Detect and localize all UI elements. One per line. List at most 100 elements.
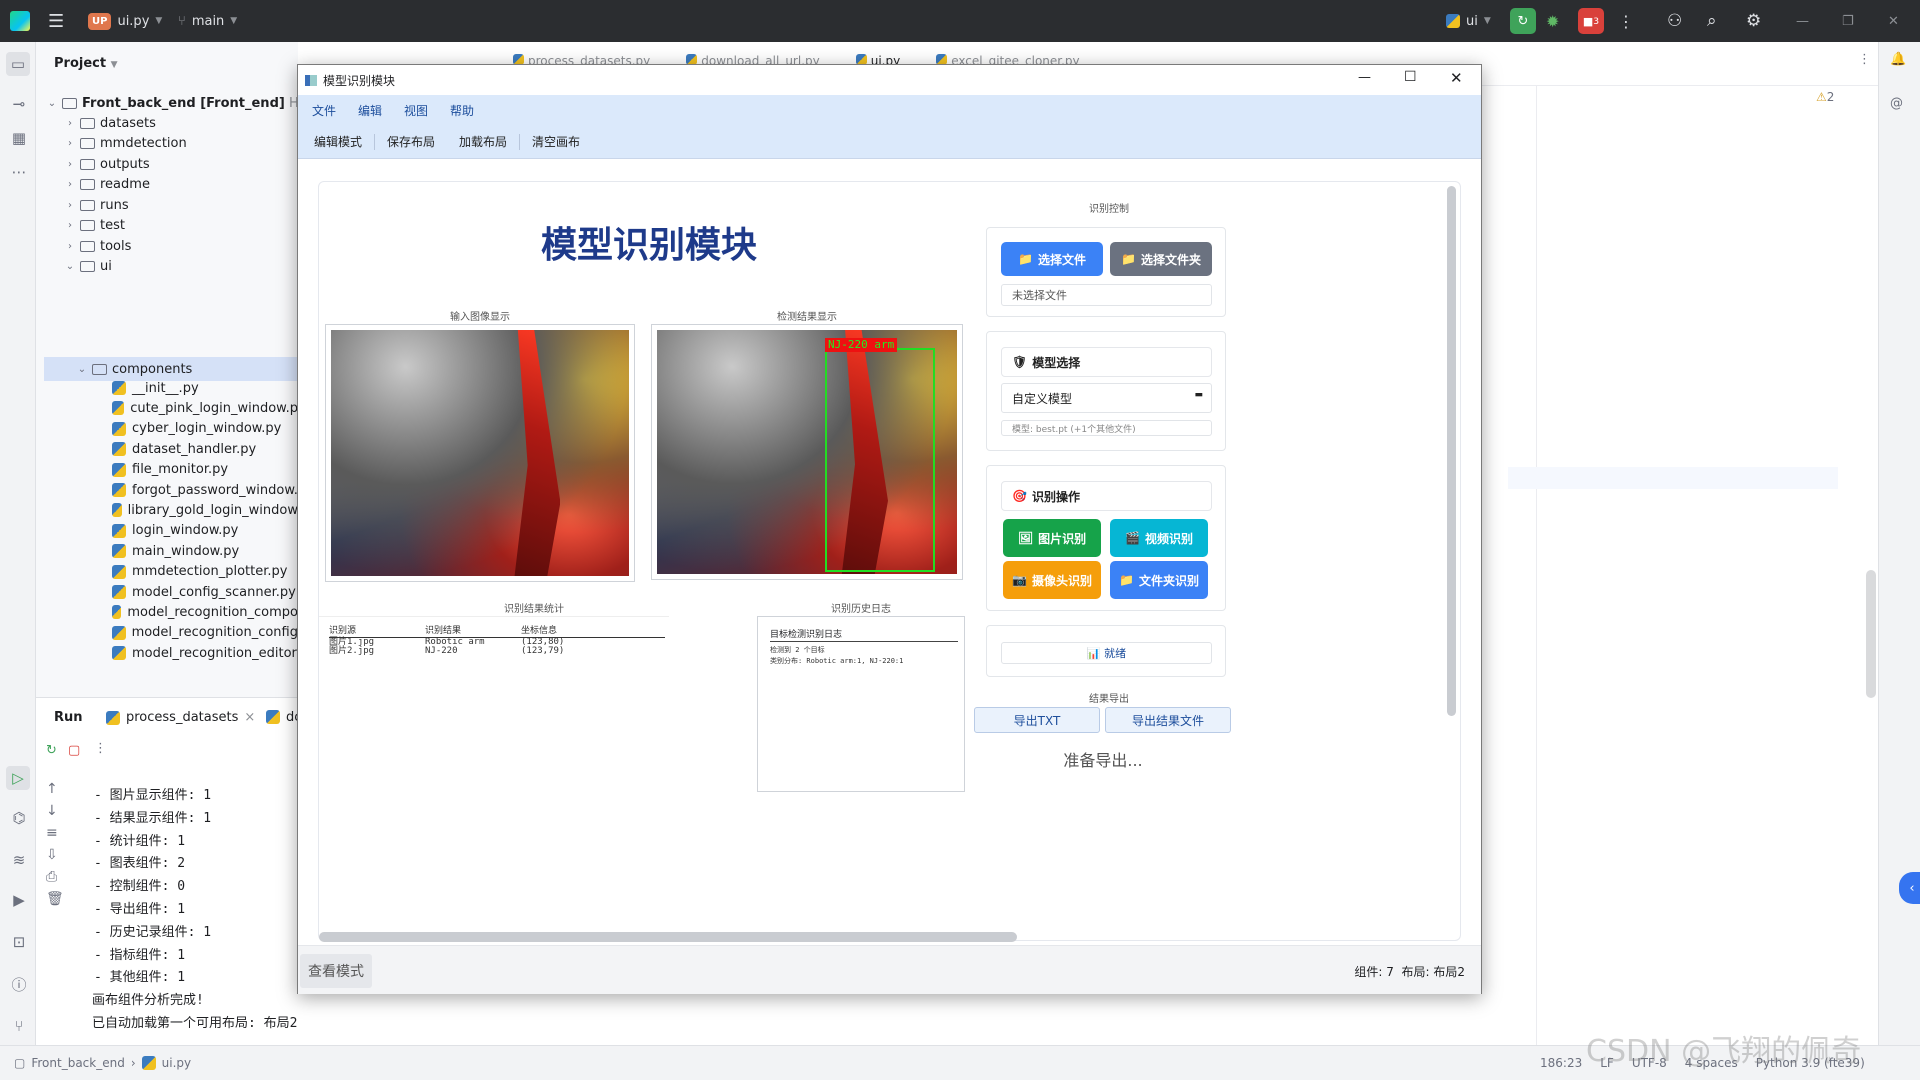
trash-icon[interactable]: 🗑	[46, 888, 64, 910]
log-line: - 结果显示组件: 1	[94, 810, 212, 826]
add-user-icon[interactable]: ⚇	[1667, 0, 1682, 42]
right-margin-guide	[1536, 86, 1537, 1080]
select-folder-button[interactable]: 📁 选择文件夹	[1110, 242, 1212, 276]
run-tab-process-datasets[interactable]: process_datasets ×	[106, 710, 255, 725]
cursor-position[interactable]: 186:23	[1540, 1056, 1582, 1070]
notifications-icon[interactable]: 🔔	[1890, 52, 1906, 67]
selected-file-field[interactable]: 未选择文件	[1001, 284, 1212, 306]
run-config-selector[interactable]: ui ▼	[1446, 0, 1491, 42]
debug-icon[interactable]: ✹	[1546, 0, 1559, 42]
recognition-ops-group: 🎯 识别操作 🖼 图片识别 🎬 视频识别 📷 摄像头识别 📁 文件夹识别	[986, 465, 1226, 611]
maximize-icon[interactable]: ☐	[1404, 69, 1417, 85]
soft-wrap-icon[interactable]: ≡	[46, 822, 64, 844]
branch-switcher[interactable]: ⑂ main ▼	[178, 0, 237, 42]
chevron-down-icon: ▼	[155, 16, 163, 26]
ai-assistant-icon[interactable]: @	[1890, 96, 1903, 111]
more-tools-icon[interactable]: ⋯	[9, 162, 29, 182]
stop-icon[interactable]: ■ 3	[1578, 8, 1604, 34]
more-actions-icon[interactable]: ⋮	[1618, 0, 1634, 42]
services-icon[interactable]: ▶	[9, 890, 29, 910]
print-icon[interactable]: ⎙	[46, 866, 64, 888]
toolbar-button[interactable]: 清空画布	[520, 133, 592, 150]
app-title-bar: 模型识别模块 — ☐ ✕	[298, 65, 1481, 95]
menu-item[interactable]: 文件	[298, 102, 347, 119]
folder-recognition-button[interactable]: 📁 文件夹识别	[1110, 561, 1208, 599]
result-image: NJ-220 arm	[657, 330, 957, 574]
structure-icon[interactable]: ▦	[9, 128, 29, 148]
python-icon	[112, 564, 126, 579]
close-icon[interactable]: ✕	[1450, 69, 1463, 87]
more-actions-icon[interactable]: ⋮	[1858, 52, 1871, 67]
warning-icon[interactable]: ⚠2	[1816, 90, 1834, 104]
vertical-scrollbar[interactable]	[1447, 186, 1456, 716]
ops-section-title: 🎯 识别操作	[1001, 481, 1212, 511]
layout-canvas: 模型识别模块 输入图像显示 检测结果显示 NJ-220 arm 识别结果统计 识…	[318, 181, 1461, 942]
folder-icon	[80, 158, 95, 170]
tree-file-label: model_config_scanner.py	[132, 584, 296, 600]
python-icon	[1446, 14, 1460, 28]
select-file-button[interactable]: 📁 选择文件	[1001, 242, 1103, 276]
restore-icon[interactable]: ❐	[1842, 0, 1854, 42]
tree-file-label: mmdetection_plotter.py	[132, 564, 288, 580]
project-panel-title[interactable]: Project ▼	[54, 56, 118, 71]
tree-file-label: login_window.py	[132, 523, 239, 539]
layers-icon[interactable]: ≋	[9, 850, 29, 870]
tree-file[interactable]: model_recognition_editor	[108, 641, 298, 665]
log-line: - 统计组件: 1	[94, 833, 186, 849]
export-txt-button[interactable]: 导出TXT	[974, 707, 1100, 733]
camera-icon: 📷	[1012, 573, 1027, 587]
commit-icon[interactable]: ⊸	[9, 94, 29, 114]
arrow-down-icon[interactable]: ↓	[46, 800, 64, 822]
horizontal-scrollbar[interactable]	[319, 932, 1017, 942]
close-icon[interactable]: ✕	[1888, 0, 1899, 42]
camera-recognition-button[interactable]: 📷 摄像头识别	[1003, 561, 1101, 599]
editor-scrollbar[interactable]	[1866, 570, 1876, 698]
rerun-icon[interactable]: ↻	[46, 743, 57, 758]
scroll-end-icon[interactable]: ⇩	[46, 844, 64, 866]
arrow-up-icon[interactable]: ↑	[46, 778, 64, 800]
image-recognition-button[interactable]: 🖼 图片识别	[1003, 519, 1101, 557]
terminal-icon[interactable]: ⊡	[9, 932, 29, 952]
stop-icon[interactable]: ▢	[68, 743, 80, 758]
model-dropdown[interactable]: 自定义模型 ▬	[1001, 383, 1212, 413]
menu-item[interactable]: 编辑	[347, 102, 393, 119]
menu-item[interactable]: 帮助	[439, 102, 485, 119]
tree-folder-ui[interactable]: ⌄ ui	[64, 255, 112, 279]
export-file-button[interactable]: 导出结果文件	[1105, 707, 1231, 733]
app-window-title: 模型识别模块	[323, 73, 396, 88]
toolbar-button[interactable]: 编辑模式	[298, 133, 374, 150]
more-actions-icon[interactable]: ⋮	[94, 741, 107, 756]
project-switcher[interactable]: UP ui.py ▼	[88, 0, 162, 42]
gear-icon[interactable]: ⚙	[1746, 0, 1761, 42]
run-tool-icon[interactable]: ▷	[6, 766, 30, 790]
input-image	[331, 330, 629, 576]
tree-file-label: __init__.py	[132, 380, 199, 396]
window-icon	[305, 74, 317, 86]
run-tab-label: process_datasets	[126, 710, 239, 725]
log-line: 画布组件分析完成!	[92, 993, 204, 1009]
chevron-left-icon[interactable]: ‹	[1899, 872, 1920, 904]
minimize-icon[interactable]: —	[1796, 0, 1809, 42]
close-icon[interactable]: ×	[244, 710, 255, 725]
python-console-icon[interactable]: ⌬	[9, 808, 29, 828]
main-menu-icon[interactable]: ☰	[48, 0, 64, 42]
video-recognition-button[interactable]: 🎬 视频识别	[1110, 519, 1208, 557]
folder-icon[interactable]: ▭	[6, 52, 30, 76]
shield-icon: 🛡	[1012, 355, 1028, 369]
python-icon	[266, 710, 280, 724]
rerun-icon[interactable]: ↻	[1510, 8, 1536, 34]
menu-item[interactable]: 视图	[393, 102, 439, 119]
git-icon[interactable]: ⑂	[9, 1016, 29, 1036]
log-line: - 指标组件: 1	[94, 947, 186, 963]
app-footer: 查看模式 组件: 7 布局: 布局2	[298, 945, 1481, 994]
minimize-icon[interactable]: —	[1358, 70, 1371, 85]
stats-cell: 图片2.jpg	[329, 646, 375, 656]
camera-recognition-label: 摄像头识别	[1031, 573, 1092, 588]
search-icon[interactable]: ⌕	[1707, 0, 1717, 42]
toolbar-button[interactable]: 保存布局	[375, 133, 447, 150]
toolbar-button[interactable]: 加载布局	[447, 133, 519, 150]
problems-icon[interactable]: ⓘ	[9, 974, 29, 994]
breadcrumb[interactable]: ▢ Front_back_end › ui.py	[14, 1056, 191, 1070]
table-row: 图片1.jpg Robotic arm (123,80)	[329, 638, 665, 647]
view-mode-button[interactable]: 查看模式	[300, 954, 372, 988]
